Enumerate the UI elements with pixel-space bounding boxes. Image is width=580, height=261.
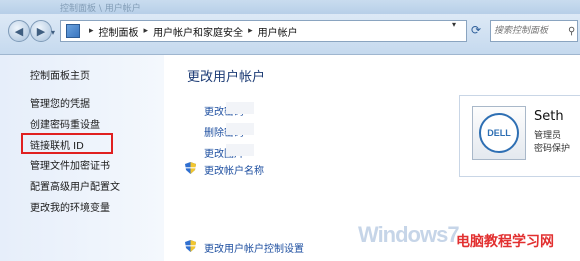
forward-arrow-icon[interactable]: ▶ <box>30 20 52 42</box>
highlight-box <box>21 133 113 154</box>
avatar[interactable]: DELL <box>472 106 526 160</box>
sidebar: 控制面板主页 管理您的凭据 创建密码重设盘 链接联机 ID 管理文件加密证书 配… <box>0 55 164 261</box>
change-account-name-link[interactable]: 更改帐户名称 <box>204 162 264 177</box>
blur-overlay <box>226 102 254 114</box>
search-box[interactable]: ⚲ <box>490 20 578 42</box>
sidebar-item-create-reset-disk[interactable]: 创建密码重设盘 <box>30 116 100 131</box>
dell-logo-icon: DELL <box>479 113 519 153</box>
search-input[interactable] <box>491 25 566 37</box>
address-toolbar: ◀ ▶ ▾ ▸ 控制面板 ▸ 用户帐户和家庭安全 ▸ 用户帐户 ▾ ⟳ ⚲ <box>0 14 580 55</box>
search-icon[interactable]: ⚲ <box>568 26 575 37</box>
blur-overlay <box>226 123 254 135</box>
sidebar-item-advanced-profile-properties[interactable]: 配置高级用户配置文 <box>30 178 120 193</box>
sidebar-item-manage-encryption-certificates[interactable]: 管理文件加密证书 <box>30 157 110 172</box>
window-title: 控制面板 \ 用户帐户 <box>60 4 141 14</box>
account-name: Seth <box>534 109 564 124</box>
watermark-brand: Windows7 <box>358 222 460 247</box>
sidebar-item-manage-credentials[interactable]: 管理您的凭据 <box>30 95 90 110</box>
watermark-site: 电脑教程学习网 <box>456 234 554 250</box>
breadcrumb-item-user-accounts[interactable]: 用户帐户 <box>258 24 298 39</box>
refresh-icon[interactable]: ⟳ <box>467 20 485 40</box>
breadcrumb-item-user-accounts-family-safety[interactable]: 用户帐户和家庭安全 <box>153 24 243 39</box>
address-dropdown-icon[interactable]: ▾ <box>452 20 456 29</box>
control-panel-icon <box>66 24 80 38</box>
uac-shield-icon <box>185 240 196 252</box>
sidebar-item-environment-variables[interactable]: 更改我的环境变量 <box>30 199 110 214</box>
account-card: DELL Seth 管理员 密码保护 <box>459 95 580 177</box>
window-titlebar: 控制面板 \ 用户帐户 <box>0 0 580 14</box>
recent-pages-dropdown-icon[interactable]: ▾ <box>51 28 55 37</box>
sidebar-item-control-panel-home[interactable]: 控制面板主页 <box>30 67 90 82</box>
uac-shield-icon <box>185 162 196 174</box>
account-password-status: 密码保护 <box>534 144 571 154</box>
chevron-right-icon[interactable]: ▸ <box>144 26 149 36</box>
blur-overlay <box>226 144 254 156</box>
account-role: 管理员 <box>534 131 562 141</box>
chevron-right-icon[interactable]: ▸ <box>89 26 94 36</box>
chevron-right-icon[interactable]: ▸ <box>248 26 253 36</box>
breadcrumb-item-control-panel[interactable]: 控制面板 <box>99 24 139 39</box>
breadcrumb[interactable]: ▸ 控制面板 ▸ 用户帐户和家庭安全 ▸ 用户帐户 <box>60 20 467 42</box>
page-title: 更改用户帐户 <box>187 70 266 85</box>
back-arrow-icon[interactable]: ◀ <box>8 20 30 42</box>
change-uac-settings-link[interactable]: 更改用户帐户控制设置 <box>204 240 304 255</box>
